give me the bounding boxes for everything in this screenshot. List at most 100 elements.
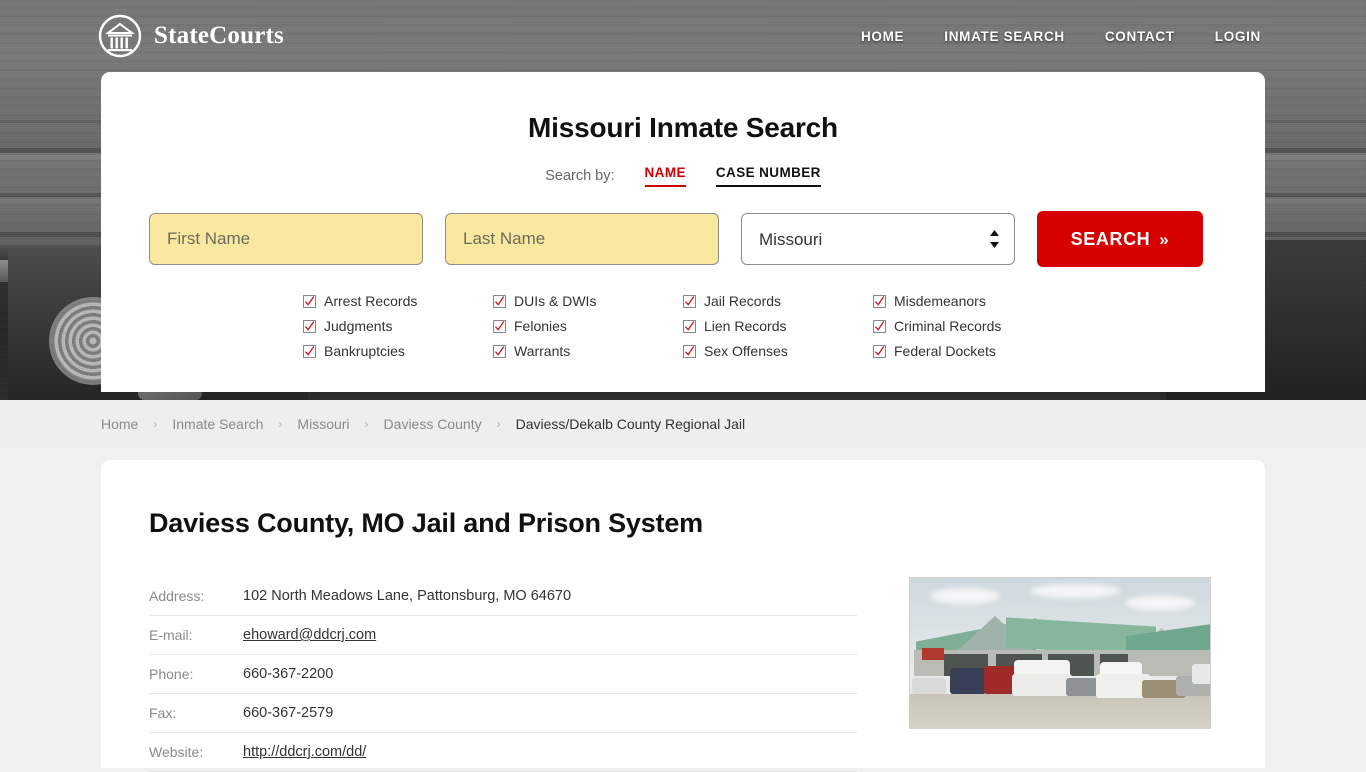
record-type-federal-dockets[interactable]: Federal Dockets: [873, 339, 1063, 363]
nav-item-login[interactable]: LOGIN: [1215, 29, 1261, 44]
nav-item-inmate-search[interactable]: INMATE SEARCH: [944, 29, 1065, 44]
chevron-right-icon: ›: [496, 417, 501, 431]
main-nav: HOME INMATE SEARCH CONTACT LOGIN: [861, 29, 1261, 44]
record-type-duis-dwis[interactable]: DUIs & DWIs: [493, 289, 683, 313]
row-value-email: ehoward@ddcrj.com: [241, 616, 857, 655]
photo-vehicle: [912, 678, 946, 694]
breadcrumb: Home › Inmate Search › Missouri › Davies…: [101, 416, 745, 432]
photo-vehicle: [1192, 664, 1210, 684]
photo-sign: [922, 648, 944, 660]
table-row: Fax: 660-367-2579: [149, 694, 857, 733]
chevron-right-icon: ›: [153, 417, 158, 431]
chevron-right-icon: ›: [364, 417, 369, 431]
breadcrumb-item-inmate-search[interactable]: Inmate Search: [172, 416, 263, 432]
record-type-warrants[interactable]: Warrants: [493, 339, 683, 363]
row-value-fax: 660-367-2579: [243, 705, 334, 721]
record-type-label: Federal Dockets: [894, 343, 996, 359]
record-type-label: Jail Records: [704, 293, 782, 309]
inmate-search-panel: Missouri Inmate Search Search by: NAME C…: [101, 72, 1265, 392]
record-type-label: Bankruptcies: [324, 343, 405, 359]
search-by-label: Search by:: [545, 168, 615, 184]
search-button-label: SEARCH: [1070, 228, 1151, 249]
brand-logo-link[interactable]: StateCourts: [98, 14, 284, 58]
facility-photo: [909, 577, 1211, 729]
record-type-felonies[interactable]: Felonies: [493, 314, 683, 338]
search-form: Missouri SEARCH »: [101, 211, 1265, 267]
checkbox-checked-icon: [493, 294, 506, 308]
record-type-criminal-records[interactable]: Criminal Records: [873, 314, 1063, 338]
row-label: Address:: [149, 588, 205, 604]
table-row: E-mail: ehoward@ddcrj.com: [149, 616, 857, 655]
breadcrumb-item-missouri[interactable]: Missouri: [297, 416, 349, 432]
tab-search-by-name[interactable]: NAME: [644, 165, 686, 187]
record-type-label: Warrants: [514, 343, 571, 359]
double-chevron-right-icon: »: [1159, 229, 1170, 249]
row-value-phone: 660-367-2200: [243, 666, 334, 682]
record-type-judgments[interactable]: Judgments: [303, 314, 493, 338]
photo-vehicle: [950, 668, 986, 694]
photo-vehicle: [1012, 674, 1072, 696]
record-type-label: DUIs & DWIs: [514, 293, 597, 309]
state-select-wrapper: Missouri: [741, 213, 1015, 265]
chevron-right-icon: ›: [278, 417, 283, 431]
record-type-label: Sex Offenses: [704, 343, 788, 359]
search-by-row: Search by: NAME CASE NUMBER: [101, 165, 1265, 187]
search-button[interactable]: SEARCH »: [1037, 211, 1203, 267]
record-type-arrest-records[interactable]: Arrest Records: [303, 289, 493, 313]
checkbox-checked-icon: [683, 344, 696, 358]
tab-search-by-case-number[interactable]: CASE NUMBER: [715, 165, 821, 187]
record-type-list: Arrest Records DUIs & DWIs Jail Records …: [303, 289, 1063, 363]
record-type-bankruptcies[interactable]: Bankruptcies: [303, 339, 493, 363]
courthouse-logo-icon: [98, 14, 142, 58]
row-label: Phone:: [149, 666, 194, 682]
table-row: Website: http://ddcrj.com/dd/: [149, 733, 857, 772]
checkbox-checked-icon: [493, 319, 506, 333]
checkbox-checked-icon: [303, 319, 316, 333]
record-type-misdemeanors[interactable]: Misdemeanors: [873, 289, 1063, 313]
row-label: Website:: [149, 744, 204, 760]
table-row: Phone: 660-367-2200: [149, 655, 857, 694]
first-name-input[interactable]: [149, 213, 423, 265]
record-type-label: Lien Records: [704, 318, 787, 334]
record-type-label: Criminal Records: [894, 318, 1002, 334]
breadcrumb-bar: Home › Inmate Search › Missouri › Davies…: [0, 400, 1366, 448]
facility-detail-card: Daviess County, MO Jail and Prison Syste…: [101, 460, 1265, 772]
photo-cloud: [930, 588, 1000, 604]
top-navigation-bar: StateCourts HOME INMATE SEARCH CONTACT L…: [0, 0, 1366, 72]
breadcrumb-item-current: Daviess/Dekalb County Regional Jail: [515, 416, 746, 432]
record-type-lien-records[interactable]: Lien Records: [683, 314, 873, 338]
facility-info-table: Address: 102 North Meadows Lane, Pattons…: [149, 577, 857, 772]
record-type-sex-offenses[interactable]: Sex Offenses: [683, 339, 873, 363]
breadcrumb-item-home[interactable]: Home: [101, 416, 138, 432]
record-type-label: Felonies: [514, 318, 567, 334]
search-panel-title: Missouri Inmate Search: [528, 112, 838, 143]
photo-cloud: [1030, 584, 1120, 598]
state-select[interactable]: Missouri: [741, 213, 1015, 265]
row-label: Fax:: [149, 705, 177, 721]
record-type-label: Arrest Records: [324, 293, 418, 309]
record-type-label: Judgments: [324, 318, 393, 334]
checkbox-checked-icon: [873, 319, 886, 333]
nav-item-home[interactable]: HOME: [861, 29, 904, 44]
photo-cloud: [1125, 596, 1195, 610]
row-value-website: http://ddcrj.com/dd/: [241, 733, 857, 772]
record-type-jail-records[interactable]: Jail Records: [683, 289, 873, 313]
website-link[interactable]: http://ddcrj.com/dd/: [243, 744, 366, 760]
row-value-address: 102 North Meadows Lane, Pattonsburg, MO …: [243, 588, 572, 604]
checkbox-checked-icon: [873, 344, 886, 358]
checkbox-checked-icon: [873, 294, 886, 308]
breadcrumb-item-daviess-county[interactable]: Daviess County: [384, 416, 482, 432]
checkbox-checked-icon: [493, 344, 506, 358]
checkbox-checked-icon: [683, 319, 696, 333]
page-title: Daviess County, MO Jail and Prison Syste…: [149, 508, 703, 538]
checkbox-checked-icon: [303, 294, 316, 308]
nav-item-contact[interactable]: CONTACT: [1105, 29, 1175, 44]
email-link[interactable]: ehoward@ddcrj.com: [243, 627, 376, 643]
record-type-label: Misdemeanors: [894, 293, 986, 309]
table-row: Address: 102 North Meadows Lane, Pattons…: [149, 577, 857, 616]
row-label: E-mail:: [149, 627, 193, 643]
checkbox-checked-icon: [683, 294, 696, 308]
last-name-input[interactable]: [445, 213, 719, 265]
checkbox-checked-icon: [303, 344, 316, 358]
brand-name: StateCourts: [154, 22, 284, 49]
